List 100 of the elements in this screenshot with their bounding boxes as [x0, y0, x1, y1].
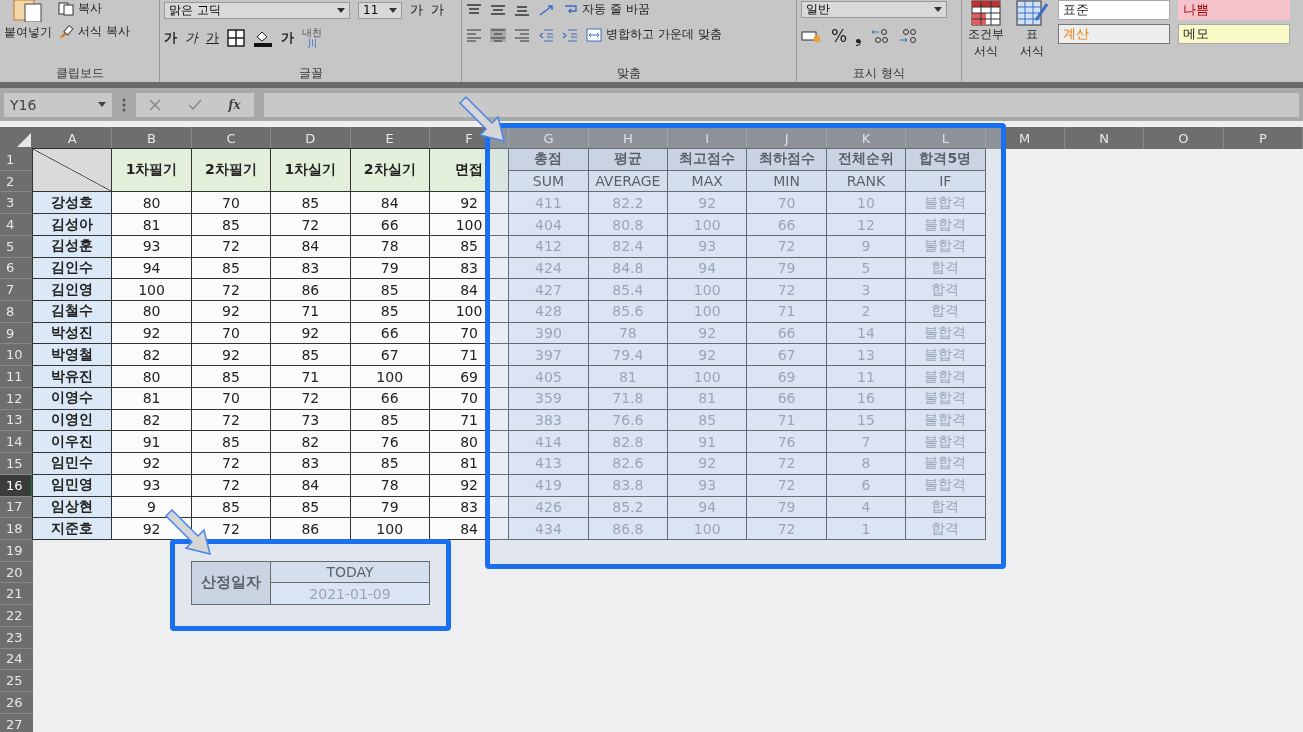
- name-box[interactable]: Y16: [4, 92, 112, 117]
- font-size-dropdown[interactable]: 11: [358, 1, 402, 19]
- percent-button[interactable]: %: [831, 26, 848, 46]
- table-cell: 404: [508, 213, 589, 236]
- decrease-decimal-icon[interactable]: [898, 28, 919, 44]
- paste-button[interactable]: 붙여넣기: [4, 0, 52, 41]
- column-header[interactable]: C: [191, 127, 272, 149]
- formula-input[interactable]: [264, 92, 1299, 117]
- table-cell: 69: [746, 365, 827, 388]
- shrink-font-button[interactable]: 가: [431, 1, 444, 19]
- row-header[interactable]: 26: [0, 691, 33, 714]
- align-middle-icon[interactable]: [490, 2, 506, 17]
- row-header[interactable]: 10: [0, 344, 33, 367]
- align-top-icon[interactable]: [466, 2, 482, 17]
- align-center-icon[interactable]: [490, 27, 506, 42]
- comma-button[interactable]: ❟: [855, 26, 863, 46]
- underline-button[interactable]: 가: [206, 29, 219, 47]
- row-header[interactable]: 21: [0, 583, 33, 606]
- font-name-dropdown[interactable]: 맑은 고딕: [164, 1, 350, 19]
- table-cell: 413: [508, 452, 589, 475]
- table-header: 평균: [587, 148, 668, 171]
- table-header: 합격5명: [905, 148, 986, 171]
- table-header: 2차필기: [190, 148, 272, 193]
- row-header[interactable]: 18: [0, 518, 33, 540]
- insert-function-button[interactable]: fx: [228, 97, 241, 112]
- table-cell: 85: [349, 300, 430, 323]
- format-painter-button[interactable]: 서식 복사: [58, 23, 130, 40]
- column-header[interactable]: N: [1064, 127, 1145, 149]
- row-header[interactable]: 15: [0, 453, 33, 475]
- cell-style-button[interactable]: 메모: [1178, 24, 1290, 44]
- row-header[interactable]: 4: [0, 214, 33, 236]
- font-color-button[interactable]: 가: [281, 29, 294, 47]
- row-header[interactable]: 23: [0, 626, 33, 649]
- row-header[interactable]: 7: [0, 279, 33, 302]
- column-header[interactable]: J: [747, 127, 827, 149]
- merge-icon: [586, 27, 602, 42]
- caret-icon: [98, 102, 106, 107]
- table-cell: 2021-01-09: [270, 582, 430, 606]
- column-header[interactable]: O: [1144, 127, 1224, 149]
- wrap-text-button[interactable]: 자동 줄 바꿈: [564, 1, 650, 18]
- column-header[interactable]: P: [1223, 127, 1303, 149]
- column-header[interactable]: D: [271, 127, 351, 149]
- table-cell: 100: [667, 365, 748, 388]
- column-header[interactable]: E: [350, 127, 430, 149]
- row-header[interactable]: 25: [0, 670, 33, 692]
- bold-button[interactable]: 가: [164, 29, 177, 47]
- table-cell: 김인영: [32, 278, 113, 302]
- row-header[interactable]: 14: [0, 431, 33, 454]
- row-header[interactable]: 11: [0, 366, 33, 388]
- orientation-icon[interactable]: [538, 2, 556, 17]
- cell-style-button[interactable]: 표준: [1058, 0, 1170, 20]
- increase-indent-icon[interactable]: [562, 27, 578, 42]
- grow-font-button[interactable]: 가: [410, 1, 423, 19]
- italic-button[interactable]: 가: [185, 29, 198, 47]
- copy-button[interactable]: 복사: [58, 0, 130, 17]
- table-cell: 92: [667, 452, 748, 475]
- row-header[interactable]: 19: [0, 539, 33, 562]
- merge-center-button[interactable]: 병합하고 가운데 맞춤: [586, 26, 722, 43]
- table-cell: 100: [111, 278, 192, 302]
- align-left-icon[interactable]: [466, 27, 482, 42]
- table-cell: 합격: [905, 300, 986, 323]
- column-header[interactable]: A: [33, 127, 113, 149]
- borders-icon[interactable]: [227, 29, 245, 47]
- row-header[interactable]: 22: [0, 605, 33, 627]
- table-cell: 불합격: [905, 234, 986, 258]
- table-cell: 91: [667, 430, 748, 454]
- table-cell: 80.8: [587, 213, 668, 236]
- check-icon[interactable]: [187, 98, 202, 111]
- conditional-format-button[interactable]: 조건부 서식: [966, 0, 1006, 60]
- cancel-icon[interactable]: [149, 98, 162, 111]
- column-header[interactable]: H: [588, 127, 668, 149]
- row-header[interactable]: 20: [0, 561, 33, 584]
- more-icon[interactable]: [122, 97, 126, 112]
- column-header[interactable]: M: [985, 127, 1065, 149]
- cell-style-button[interactable]: 계산: [1058, 24, 1170, 44]
- cell-style-button[interactable]: 나쁨: [1178, 0, 1290, 20]
- align-right-icon[interactable]: [514, 27, 530, 42]
- row-header[interactable]: 8: [0, 301, 33, 323]
- select-all-button[interactable]: [0, 127, 33, 149]
- table-cell: 72: [746, 452, 827, 475]
- decrease-indent-icon[interactable]: [538, 27, 554, 42]
- column-header[interactable]: G: [509, 127, 589, 149]
- row-header[interactable]: 24: [0, 648, 33, 671]
- column-header[interactable]: I: [668, 127, 748, 149]
- format-as-table-button[interactable]: 표 서식: [1012, 0, 1052, 60]
- column-header[interactable]: B: [112, 127, 192, 149]
- fill-color-icon[interactable]: [253, 29, 273, 47]
- increase-decimal-icon[interactable]: [870, 28, 891, 44]
- table-cell: 66: [746, 386, 827, 410]
- table-header: 최고점수: [667, 148, 748, 171]
- table-cell: 414: [508, 430, 589, 454]
- column-header[interactable]: K: [826, 127, 907, 149]
- row-header[interactable]: 3: [0, 192, 33, 215]
- row-header[interactable]: 1: [0, 149, 33, 171]
- table-cell: 지준호: [32, 517, 113, 540]
- phonetic-button[interactable]: 내천 川: [302, 27, 322, 49]
- table-cell: 427: [508, 278, 589, 302]
- currency-icon[interactable]: [801, 29, 823, 43]
- number-format-dropdown[interactable]: 일반: [801, 1, 947, 18]
- column-header[interactable]: L: [906, 127, 986, 149]
